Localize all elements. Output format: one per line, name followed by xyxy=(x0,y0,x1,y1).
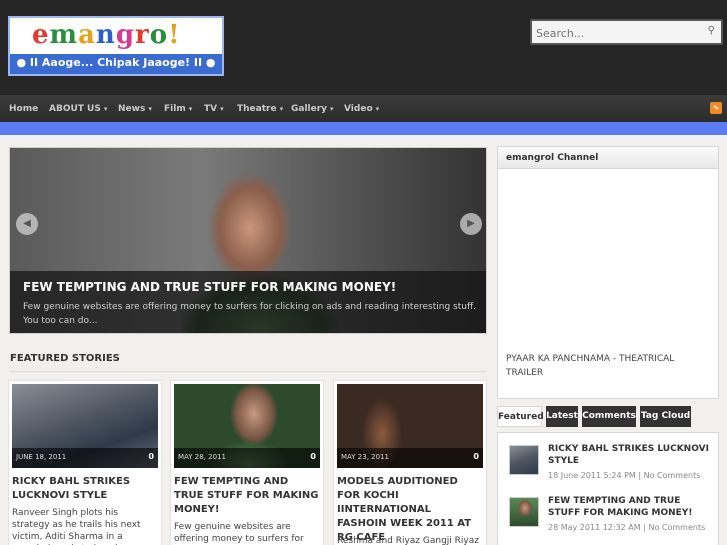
logo-letter: r xyxy=(135,20,150,50)
story-title[interactable]: RICKY BAHL STRIKES LUCKNOVI STYLE xyxy=(12,475,158,503)
divider xyxy=(10,371,486,372)
logo-letter: e xyxy=(32,20,50,50)
featured-slider[interactable]: ◀ ▶ FEW TEMPTING AND TRUE STUFF FOR MAKI… xyxy=(9,147,487,334)
nav-label: TV xyxy=(204,104,218,114)
chevron-down-icon: ▾ xyxy=(279,105,284,113)
story-excerpt: Reshma and Riyaz Gangji Riyaz xyxy=(337,536,479,545)
story-card: MAY 28, 2011 0 FEW TEMPTING AND TRUE STU… xyxy=(170,380,324,545)
slide-excerpt: Few genuine websites are offering money … xyxy=(23,302,477,326)
story-excerpt: Ranveer Singh plots his strategy as he t… xyxy=(12,508,141,545)
list-thumbnail[interactable] xyxy=(509,445,539,475)
nav-tv[interactable]: TV ▾ xyxy=(204,104,224,114)
list-title[interactable]: RICKY BAHL STRIKES LUCKNOVI STYLE xyxy=(548,443,713,467)
slider-next-icon[interactable]: ▶ xyxy=(460,213,482,235)
story-card: MAY 23, 2011 0 MODELS AUDITIONED FOR KOC… xyxy=(333,380,487,545)
story-excerpt: Few genuine websites are offering money … xyxy=(174,522,304,544)
logo-letter: a xyxy=(78,20,96,50)
nav-film[interactable]: Film ▾ xyxy=(164,104,192,114)
main-nav: Home ABOUT US ▾ News ▾ Film ▾ TV ▾ Theatre ▾ … xyxy=(0,95,727,122)
story-meta: MAY 28, 2011 0 xyxy=(174,448,320,468)
nav-label: Home xyxy=(9,104,39,114)
list-meta: 28 May 2011 12:32 AM | No Comments xyxy=(548,523,706,532)
nav-home[interactable]: Home xyxy=(9,104,38,114)
list-item: FEW TEMPTING AND TRUE STUFF FOR MAKING M… xyxy=(498,489,718,544)
logo-wordmark-bg: emangro! xyxy=(10,18,222,54)
rss-icon[interactable]: ∿ xyxy=(710,102,722,114)
list-meta: 18 June 2011 5:24 PM | No Comments xyxy=(548,471,701,480)
featured-stories-heading: FEATURED STORIES xyxy=(10,353,120,364)
site-tagline: ● II Aaoge... Chipak Jaaoge! II ● xyxy=(16,56,216,69)
story-meta: JUNE 18, 2011 0 xyxy=(12,448,158,468)
tab-tag-cloud[interactable]: Tag Cloud xyxy=(640,406,691,427)
nav-label: Video xyxy=(344,104,373,114)
channel-video-title[interactable]: PYAAR KA PANCHNAMA - THEATRICAL TRAILER xyxy=(506,352,706,380)
chevron-down-icon: ▾ xyxy=(103,105,108,113)
nav-gallery[interactable]: Gallery ▾ xyxy=(291,104,334,114)
logo-letter: o xyxy=(149,20,169,50)
story-date: MAY 23, 2011 xyxy=(341,453,389,461)
site-logo[interactable]: emangro! ● II Aaoge... Chipak Jaaoge! II… xyxy=(8,16,224,76)
logo-letter: ! xyxy=(168,20,181,50)
list-title[interactable]: FEW TEMPTING AND TRUE STUFF FOR MAKING M… xyxy=(548,495,713,519)
chevron-down-icon: ▾ xyxy=(148,105,152,113)
tab-featured[interactable]: Featured xyxy=(497,406,544,427)
comment-count[interactable]: 0 xyxy=(473,452,479,461)
channel-title: emangrol Channel xyxy=(506,153,599,163)
chevron-down-icon: ▾ xyxy=(330,105,334,113)
logo-letter: g xyxy=(115,20,136,50)
search-box: ⚲ xyxy=(530,19,723,45)
comment-count[interactable]: 0 xyxy=(148,452,154,461)
tab-latest[interactable]: Latest xyxy=(546,406,578,427)
nav-theatre[interactable]: Theatre ▾ xyxy=(237,104,283,114)
nav-news[interactable]: News ▾ xyxy=(118,104,152,114)
slider-prev-icon[interactable]: ◀ xyxy=(16,213,38,235)
logo-letter: m xyxy=(49,20,79,50)
search-icon[interactable]: ⚲ xyxy=(708,25,715,36)
chevron-down-icon: ▾ xyxy=(375,105,380,113)
slide-title[interactable]: FEW TEMPTING AND TRUE STUFF FOR MAKING M… xyxy=(23,280,396,294)
channel-header: emangrol Channel xyxy=(498,147,718,169)
logo-wordmark: emangro! xyxy=(32,20,180,50)
logo-letter: n xyxy=(95,20,116,50)
nav-label: Theatre xyxy=(237,104,277,114)
chevron-down-icon: ▾ xyxy=(220,105,224,113)
accent-bar xyxy=(0,122,727,135)
site-header: emangro! ● II Aaoge... Chipak Jaaoge! II… xyxy=(0,0,727,95)
comment-count[interactable]: 0 xyxy=(310,452,316,461)
list-item: RICKY BAHL STRIKES LUCKNOVI STYLE 18 Jun… xyxy=(498,437,718,492)
nav-video[interactable]: Video ▾ xyxy=(344,104,379,114)
story-date: MAY 28, 2011 xyxy=(178,453,226,461)
search-input[interactable] xyxy=(536,24,701,42)
tab-panel: RICKY BAHL STRIKES LUCKNOVI STYLE 18 Jun… xyxy=(497,432,719,545)
list-thumbnail[interactable] xyxy=(509,497,539,527)
nav-about-us[interactable]: ABOUT US ▾ xyxy=(49,104,107,114)
nav-label: Film xyxy=(164,104,186,114)
tab-comments[interactable]: Comments xyxy=(582,406,636,427)
nav-label: ABOUT US xyxy=(49,104,101,114)
channel-widget: emangrol Channel PYAAR KA PANCHNAMA - TH… xyxy=(497,146,719,399)
nav-label: Gallery xyxy=(291,104,328,114)
nav-label: News xyxy=(118,104,146,114)
story-meta: MAY 23, 2011 0 xyxy=(337,448,483,468)
story-date: JUNE 18, 2011 xyxy=(16,453,67,461)
chevron-down-icon: ▾ xyxy=(188,105,193,113)
slide-caption: FEW TEMPTING AND TRUE STUFF FOR MAKING M… xyxy=(10,271,486,333)
story-card: JUNE 18, 2011 0 RICKY BAHL STRIKES LUCKN… xyxy=(8,380,162,545)
story-title[interactable]: FEW TEMPTING AND TRUE STUFF FOR MAKING M… xyxy=(174,475,320,517)
